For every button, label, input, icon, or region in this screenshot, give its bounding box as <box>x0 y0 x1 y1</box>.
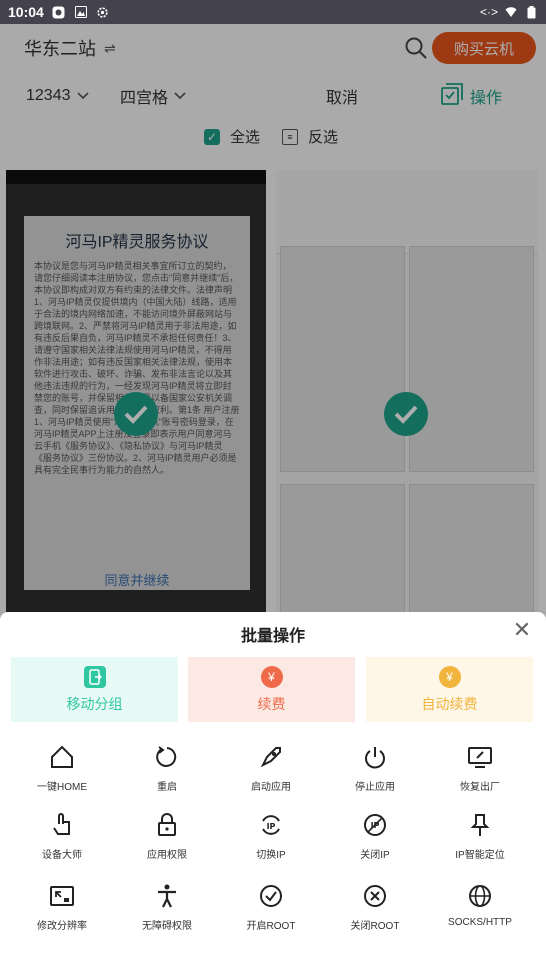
grid-label: 恢复出厂 <box>460 782 500 793</box>
grid-label: 重启 <box>157 782 177 793</box>
auto-yen-icon: ¥ <box>438 665 461 688</box>
grid-item-stop-app[interactable]: 停止应用 <box>325 744 425 793</box>
move-group-button[interactable]: 移动分组 <box>11 657 178 722</box>
grid-item-factory-reset[interactable]: 恢复出厂 <box>430 744 530 793</box>
data-transfer-icon: <·> <box>479 5 498 19</box>
grid-label: 应用权限 <box>147 850 187 861</box>
move-group-label: 移动分组 <box>66 695 123 712</box>
grid-item-enable-root[interactable]: 开启ROOT <box>221 883 321 932</box>
settings-icon <box>96 5 110 19</box>
grid-item-home[interactable]: 一键HOME <box>12 744 112 793</box>
status-time: 10:04 <box>8 4 44 20</box>
restart-icon <box>156 746 177 767</box>
renew-label: 续费 <box>257 695 286 712</box>
grid-item-ip-location[interactable]: IP智能定位 <box>430 812 530 861</box>
batch-operation-sheet: 批量操作 ✕ 移动分组 ¥ 续费 ¥ 自动续费 一键HOME 重启 启动应用 停… <box>0 612 546 968</box>
check-circle-icon <box>260 885 282 907</box>
grid-label: 切换IP <box>256 850 286 861</box>
svg-text:IP: IP <box>267 822 276 831</box>
x-circle-icon <box>364 885 386 907</box>
grid-label: 关闭ROOT <box>350 921 400 932</box>
grid-item-switch-ip[interactable]: IP 切换IP <box>221 812 321 861</box>
yen-icon: ¥ <box>260 665 283 688</box>
lock-icon <box>158 813 176 836</box>
factory-reset-icon <box>468 747 492 768</box>
grid-item-socks-http[interactable]: SOCKS/HTTP <box>430 883 530 928</box>
close-icon[interactable]: ✕ <box>510 617 534 642</box>
grid-item-start-app[interactable]: 启动应用 <box>221 744 321 793</box>
grid-item-device-master[interactable]: 设备大师 <box>12 812 112 861</box>
close-ip-icon: IP <box>364 814 386 836</box>
touch-icon <box>53 813 70 835</box>
accessibility-icon <box>158 884 176 908</box>
grid-item-close-ip[interactable]: IP 关闭IP <box>325 812 425 861</box>
grid-label: 关闭IP <box>360 850 390 861</box>
grid-item-accessibility[interactable]: 无障碍权限 <box>117 883 217 932</box>
rocket-icon <box>260 747 281 768</box>
sheet-title: 批量操作 <box>240 628 305 645</box>
renew-button[interactable]: ¥ 续费 <box>188 657 355 722</box>
status-bar: 10:04 <·> <box>0 0 546 24</box>
power-icon <box>365 747 385 769</box>
battery-icon <box>524 5 538 19</box>
grid-label: 一键HOME <box>37 782 87 793</box>
switch-ip-icon: IP <box>262 815 280 835</box>
home-icon <box>51 745 73 768</box>
notification-icon <box>52 5 66 19</box>
auto-renew-label: 自动续费 <box>421 695 478 712</box>
grid-label: IP智能定位 <box>455 850 505 861</box>
grid-label: 开启ROOT <box>246 921 296 932</box>
grid-label: 启动应用 <box>251 782 291 793</box>
grid-item-disable-root[interactable]: 关闭ROOT <box>325 883 425 932</box>
grid-label: 停止应用 <box>355 782 395 793</box>
grid-item-resolution[interactable]: 修改分辨率 <box>12 883 112 932</box>
move-phone-icon <box>83 665 106 688</box>
grid-label: 设备大师 <box>42 850 82 861</box>
wifi-icon <box>504 5 518 19</box>
resolution-icon <box>50 886 74 906</box>
pin-icon <box>470 814 490 836</box>
auto-renew-button[interactable]: ¥ 自动续费 <box>366 657 533 722</box>
globe-icon <box>469 885 491 907</box>
grid-label: 无障碍权限 <box>142 921 192 932</box>
grid-item-restart[interactable]: 重启 <box>117 744 217 793</box>
image-icon <box>74 5 88 19</box>
grid-label: 修改分辨率 <box>37 921 87 932</box>
grid-label: SOCKS/HTTP <box>448 917 512 928</box>
grid-item-app-permission[interactable]: 应用权限 <box>117 812 217 861</box>
